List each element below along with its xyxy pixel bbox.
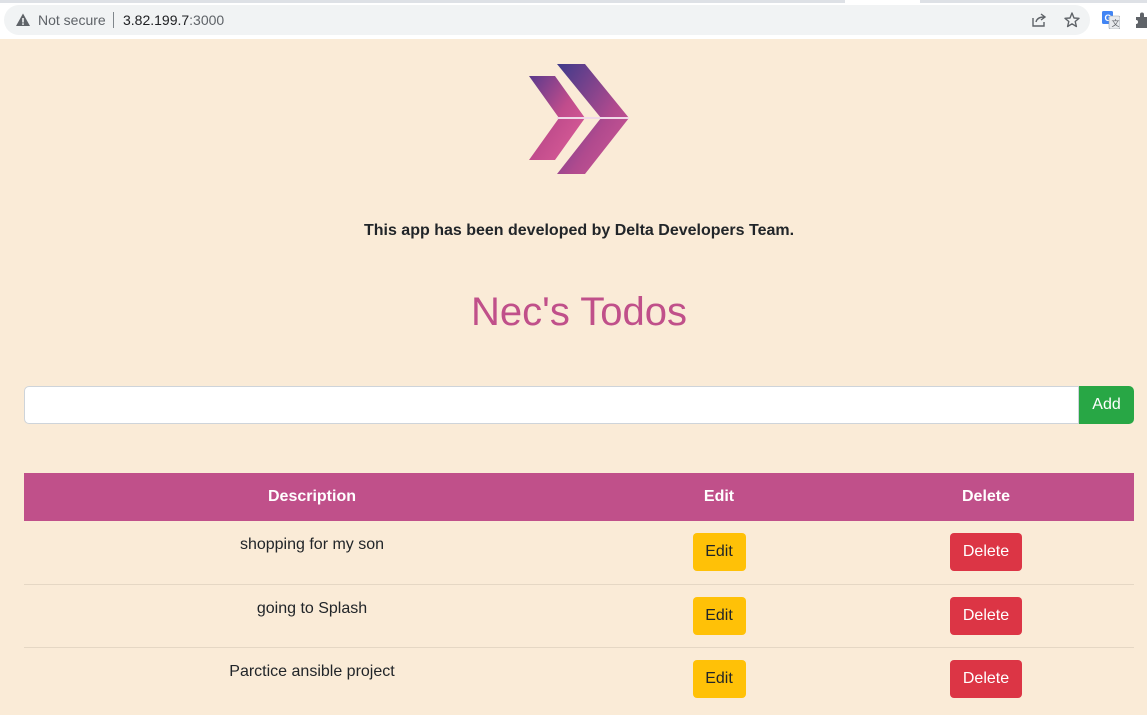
todo-description: going to Splash: [256, 599, 368, 617]
table-row: Parctice ansible project Edit Delete: [24, 647, 1134, 710]
edit-button[interactable]: Edit: [692, 596, 746, 635]
edit-cell: Edit: [600, 647, 838, 710]
edit-button[interactable]: Edit: [692, 533, 746, 572]
todo-description: Parctice ansible project: [229, 662, 395, 680]
table-header-row: Description Edit Delete: [24, 473, 1134, 521]
security-status[interactable]: Not secure: [38, 12, 106, 28]
todos-table: Description Edit Delete shopping for my …: [24, 473, 1134, 710]
svg-text:文: 文: [1112, 18, 1120, 28]
header-delete: Delete: [961, 488, 1011, 505]
edit-button[interactable]: Edit: [692, 659, 746, 698]
todo-input[interactable]: [24, 386, 1079, 424]
extensions-icon[interactable]: [1134, 11, 1147, 29]
address-divider: [113, 12, 114, 28]
table-row: shopping for my son Edit Delete: [24, 521, 1134, 584]
delete-cell: Delete: [838, 647, 1134, 710]
credit-text: This app has been developed by Delta Dev…: [363, 222, 795, 239]
logo-chevrons-icon: [529, 64, 629, 174]
browser-toolbar: Not secure 3.82.199.7:3000 G 文: [0, 0, 1147, 39]
url-text[interactable]: 3.82.199.7:3000: [123, 12, 224, 28]
url-port: :3000: [189, 12, 225, 28]
translate-icon[interactable]: G 文: [1102, 11, 1120, 29]
warning-icon[interactable]: [15, 12, 31, 28]
delete-button[interactable]: Delete: [950, 533, 1022, 572]
share-icon[interactable]: [1031, 12, 1047, 28]
page-title: Nec's Todos: [471, 290, 687, 334]
url-host: 3.82.199.7: [123, 12, 190, 28]
delete-cell: Delete: [838, 521, 1134, 584]
todo-description-cell: going to Splash: [24, 584, 600, 647]
delete-button[interactable]: Delete: [950, 659, 1022, 698]
header-edit: Edit: [703, 488, 735, 505]
address-bar[interactable]: Not secure 3.82.199.7:3000: [4, 5, 1090, 35]
todo-description-cell: Parctice ansible project: [24, 647, 600, 710]
tab-strip-edge: [0, 0, 1147, 3]
star-icon[interactable]: [1063, 11, 1081, 29]
edit-cell: Edit: [600, 584, 838, 647]
add-button[interactable]: Add: [1079, 386, 1134, 424]
header-description: Description: [267, 488, 356, 505]
delete-button[interactable]: Delete: [950, 596, 1022, 635]
edit-cell: Edit: [600, 521, 838, 584]
delete-cell: Delete: [838, 584, 1134, 647]
table-row: going to Splash Edit Delete: [24, 584, 1134, 647]
todo-description: shopping for my son: [239, 536, 385, 554]
todo-description-cell: shopping for my son: [24, 521, 600, 584]
